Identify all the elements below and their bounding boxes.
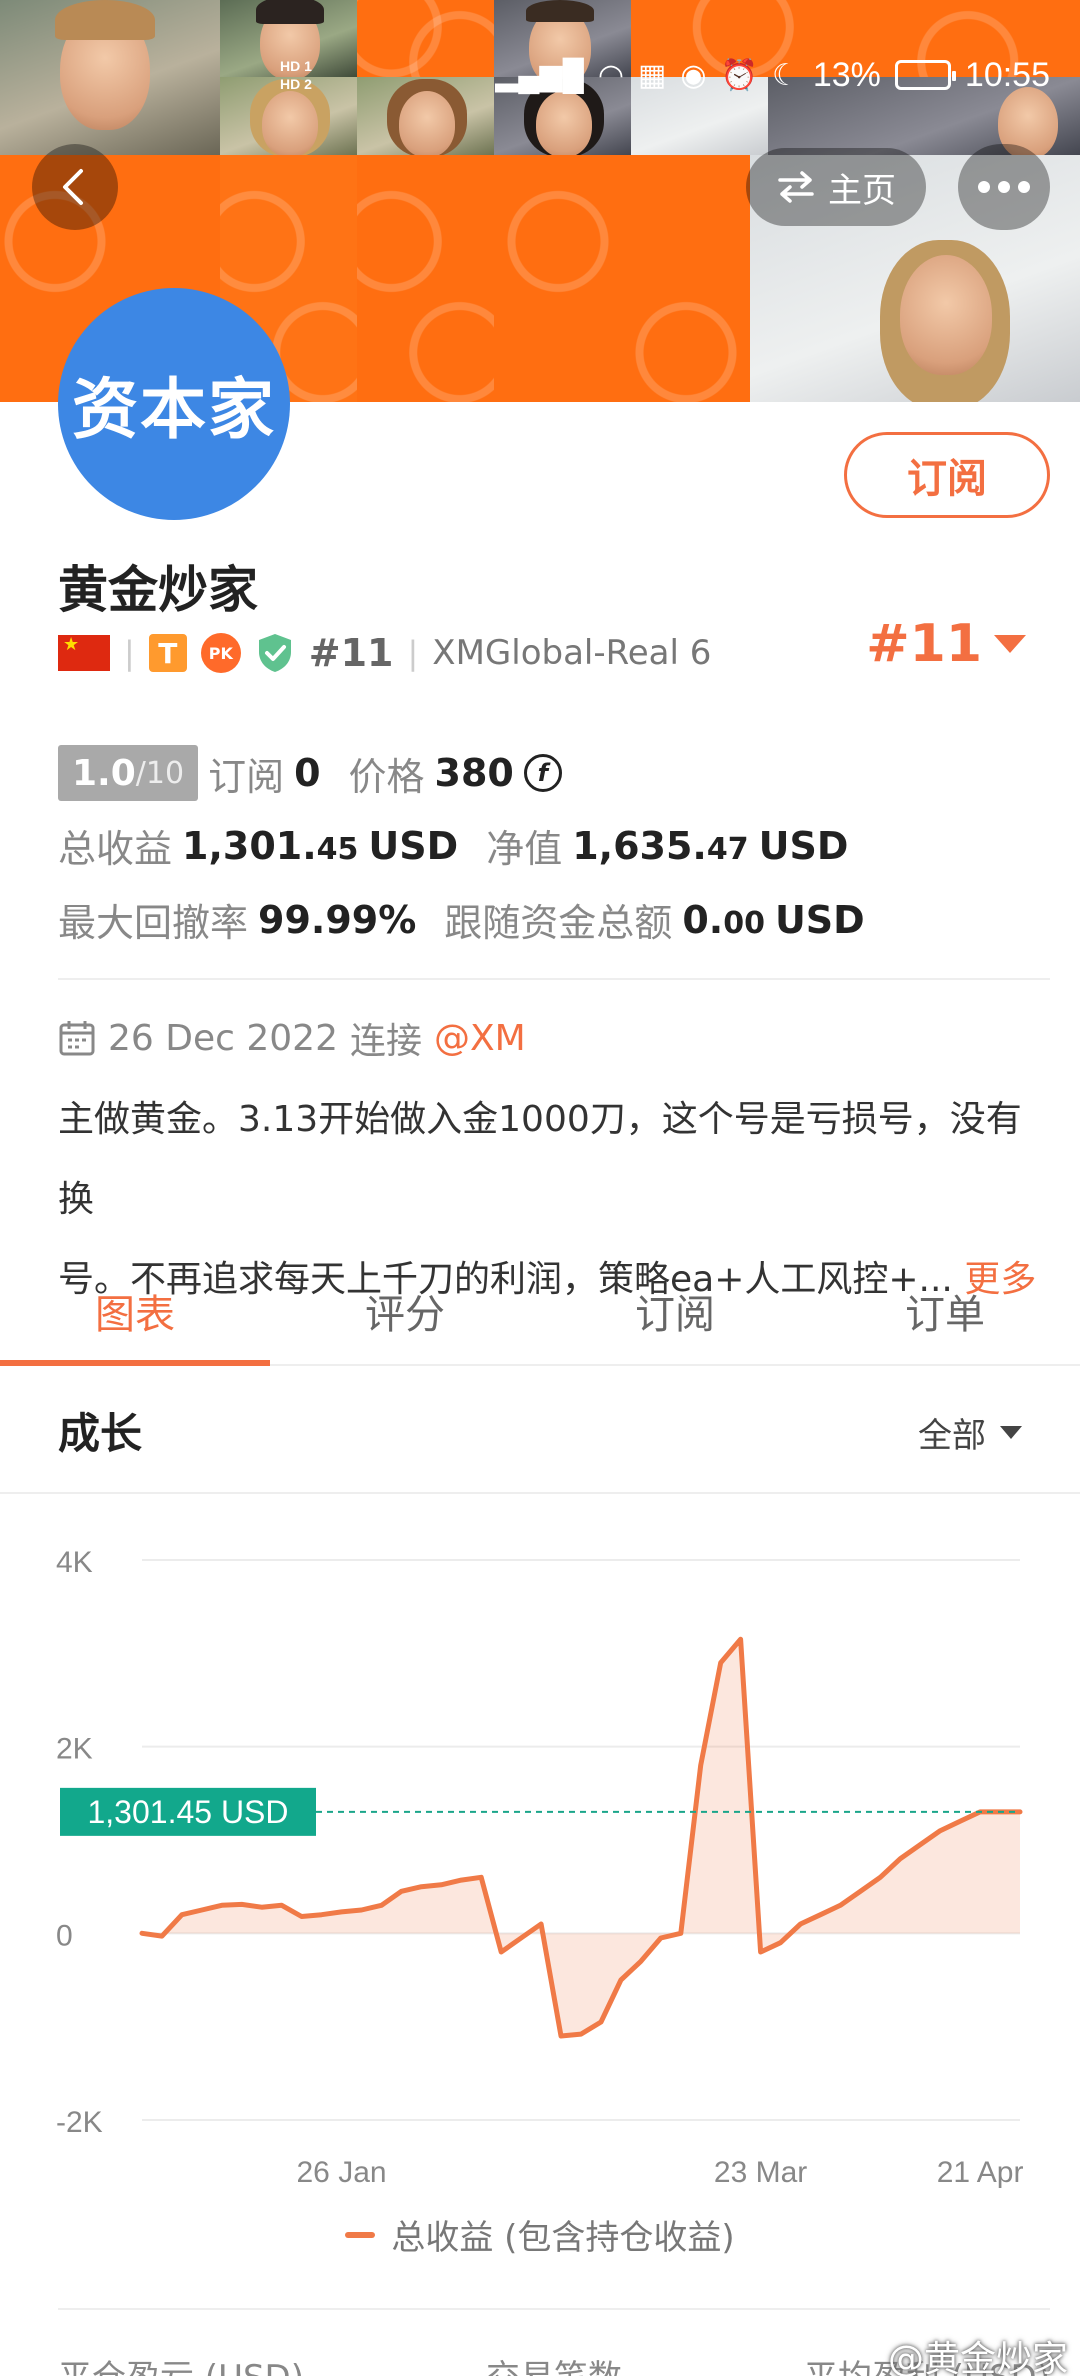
- back-button[interactable]: [32, 144, 118, 230]
- verified-shield-icon: [255, 632, 295, 674]
- equity-unit: USD: [758, 823, 849, 868]
- badge-separator: |: [407, 634, 419, 672]
- pk-badge-icon: PK: [200, 633, 241, 673]
- caret-down-icon: [1000, 1426, 1022, 1439]
- price-value: 380: [434, 751, 514, 795]
- total-profit-decimal: 45: [316, 831, 359, 867]
- stats-row-3: 最大回撤率 99.99% 跟随资金总额 0.00 USD: [58, 892, 865, 947]
- total-profit-value: 1,301.: [182, 823, 317, 868]
- subscribers-label: 订阅: [208, 754, 285, 799]
- sim-1-label: HD 1: [280, 58, 312, 74]
- eye-icon: ◉: [680, 58, 707, 92]
- rank-label: #11: [308, 631, 394, 675]
- wifi-icon: ◠: [597, 58, 625, 92]
- moon-icon: ☾: [771, 58, 799, 92]
- broker-account: XMGlobal-Real 6: [432, 633, 712, 673]
- x-tick-label: 23 Mar: [714, 2156, 807, 2189]
- growth-chart[interactable]: 4K 2K 0 -2K 26 Jan 23 Mar 21 Apr 1,301.45 USD: [0, 1500, 1080, 2220]
- avatar[interactable]: 资本家: [58, 288, 290, 520]
- stats-row-2: 总收益 1,301.45 USD 净值 1,635.47 USD: [58, 818, 848, 873]
- closed-pnl-label: 平仓盈亏 (USD): [58, 2350, 304, 2376]
- signal-icon: ▂▄▆█: [495, 58, 584, 92]
- cover-tile-orange: [494, 155, 750, 402]
- y-tick-label: 2K: [56, 1733, 93, 1766]
- status-bar: HD 1 HD 2 ▂▄▆█ ◠ ▦ ◉ ⏰ ☾ 13% 10:55: [280, 40, 1050, 110]
- score-max: /10: [135, 755, 185, 791]
- y-tick-label: -2K: [56, 2106, 103, 2139]
- total-profit-label: 总收益: [58, 827, 173, 871]
- divider: [58, 2308, 1050, 2310]
- range-filter-label: 全部: [918, 1416, 986, 1456]
- follow-total-decimal: 00: [723, 905, 765, 941]
- x-tick-label: 26 Jan: [297, 2156, 387, 2189]
- trade-count-label: 交易笔数: [486, 2350, 622, 2376]
- more-options-button[interactable]: [958, 144, 1050, 230]
- dot-icon: [978, 181, 990, 193]
- china-flag-icon: [58, 635, 110, 671]
- divider: [0, 1492, 1080, 1494]
- cover-photo-1: [0, 0, 220, 155]
- badge-separator: |: [124, 634, 135, 672]
- cover-tile-orange: [357, 155, 494, 402]
- subscribe-button[interactable]: 订阅: [844, 432, 1050, 518]
- broker-link[interactable]: @XM: [434, 1018, 526, 1059]
- badge-row: | T PK #11 | XMGlobal-Real 6: [58, 628, 711, 678]
- y-tick-label: 0: [56, 1919, 73, 1952]
- range-filter[interactable]: 全部: [918, 1408, 1022, 1457]
- clock: 10:55: [964, 55, 1050, 94]
- follow-total-unit: USD: [774, 897, 865, 942]
- tab-bar: 图表 评分 订阅 订单: [0, 1258, 1080, 1366]
- connection-label: 连接: [349, 1021, 422, 1062]
- tab-rating[interactable]: 评分: [270, 1258, 540, 1364]
- tab-orders[interactable]: 订单: [810, 1258, 1080, 1364]
- home-label: 主页: [828, 170, 896, 211]
- legend-swatch: [345, 2231, 376, 2238]
- rank-dropdown[interactable]: #11: [866, 614, 1026, 674]
- max-drawdown-value: 99.99%: [258, 897, 417, 942]
- stats-row-1: 1.0/10 订阅 0 价格 380 f: [58, 745, 562, 801]
- connection-date: 26 Dec 2022: [108, 1017, 338, 1059]
- sim-indicator: HD 1 HD 2: [280, 57, 312, 93]
- equity-decimal: 47: [706, 831, 749, 867]
- tab-subscribe[interactable]: 订阅: [540, 1258, 810, 1364]
- current-value-label: 1,301.45 USD: [87, 1794, 288, 1830]
- score-badge: 1.0/10: [58, 745, 199, 801]
- equity-value: 1,635.: [572, 823, 707, 868]
- chart-legend: 总收益 (包含持仓收益): [0, 2210, 1080, 2259]
- x-tick-label: 21 Apr: [937, 2156, 1024, 2189]
- follow-total-value: 0.: [682, 897, 724, 942]
- alarm-icon: ⏰: [720, 58, 758, 92]
- rank-value: #11: [866, 614, 982, 674]
- chevron-left-icon: [63, 169, 83, 205]
- tab-chart[interactable]: 图表: [0, 1258, 270, 1366]
- app-notification-icon: ▦: [638, 58, 667, 92]
- caret-down-icon: [994, 635, 1026, 653]
- connection-info: 26 Dec 2022 连接 @XM: [58, 1012, 526, 1064]
- description-line: 主做黄金。3.13开始做入金1000刀，这个号是亏损号，没有换: [58, 1099, 1022, 1220]
- battery-icon: [894, 60, 956, 90]
- legend-label: 总收益 (包含持仓收益): [391, 2218, 735, 2258]
- subscribers-value: 0: [294, 751, 321, 795]
- price-label: 价格: [348, 754, 425, 799]
- badge-t-icon: T: [148, 634, 187, 672]
- score-value: 1.0: [72, 752, 136, 794]
- divider: [58, 978, 1050, 980]
- total-profit-unit: USD: [368, 823, 459, 868]
- max-drawdown-label: 最大回撤率: [58, 901, 249, 945]
- trader-name: 黄金炒家: [58, 561, 258, 619]
- home-button[interactable]: 主页: [746, 148, 926, 226]
- equity-label: 净值: [486, 827, 563, 871]
- coin-icon: f: [523, 754, 562, 792]
- y-tick-label: 4K: [56, 1546, 93, 1579]
- series-area: [142, 1639, 1020, 2036]
- dot-icon: [998, 181, 1010, 193]
- calendar-icon: [58, 1019, 96, 1057]
- swap-icon: [778, 171, 814, 203]
- follow-total-label: 跟随资金总额: [444, 901, 673, 945]
- dot-icon: [1018, 181, 1030, 193]
- sim-2-label: HD 2: [280, 76, 312, 92]
- watermark: @黄金炒家: [887, 2339, 1068, 2376]
- section-title: 成长: [58, 1409, 143, 1458]
- battery-percent: 13%: [812, 55, 881, 94]
